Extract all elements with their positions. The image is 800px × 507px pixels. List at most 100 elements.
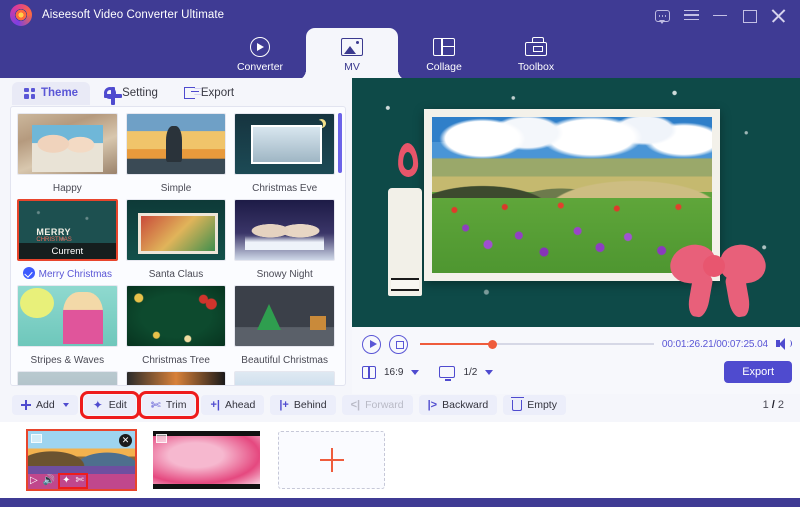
tab-collage[interactable]: Collage bbox=[398, 28, 490, 80]
theme-item-partial-3[interactable] bbox=[234, 371, 335, 385]
page-indicator: 1 / 2 bbox=[763, 399, 784, 411]
clip-remove-close-icon[interactable]: ✕ bbox=[119, 434, 132, 447]
move-behind-icon: |+ bbox=[279, 398, 289, 411]
candle-graphic bbox=[388, 188, 422, 296]
aspect-ratio-value[interactable]: 16:9 bbox=[384, 367, 403, 378]
video-preview[interactable] bbox=[352, 78, 800, 327]
window-controls bbox=[655, 8, 800, 24]
add-chevron-down-icon[interactable] bbox=[62, 403, 69, 407]
tab-export[interactable]: Export bbox=[172, 82, 246, 105]
clip-magic-wand-icon[interactable]: ✦ bbox=[62, 476, 70, 486]
theme-art-title: MERRY bbox=[36, 227, 72, 238]
empty-label: Empty bbox=[527, 399, 557, 411]
theme-item-snowy-night[interactable]: Snowy Night bbox=[234, 199, 335, 281]
page-separator: / bbox=[771, 399, 775, 411]
window-bottom-bar bbox=[0, 498, 800, 507]
forward-icon: <| bbox=[350, 398, 361, 411]
toolbox-icon bbox=[524, 36, 548, 58]
plus-icon bbox=[319, 448, 344, 472]
forward-label: Forward bbox=[365, 399, 404, 411]
ahead-button[interactable]: +| Ahead bbox=[201, 395, 265, 415]
theme-item-christmas-eve[interactable]: Christmas Eve bbox=[234, 113, 335, 195]
mv-icon bbox=[340, 36, 364, 58]
aspect-ratio-icon bbox=[362, 365, 376, 379]
magic-wand-icon: ✦ bbox=[92, 397, 103, 412]
theme-item-happy[interactable]: Happy bbox=[17, 113, 118, 195]
tab-mv[interactable]: MV bbox=[296, 28, 398, 80]
theme-item-stripes-waves[interactable]: Stripes & Waves bbox=[17, 285, 118, 367]
add-label: Add bbox=[36, 399, 55, 411]
theme-item-christmas-tree[interactable]: Christmas Tree bbox=[125, 285, 227, 367]
app-logo-icon bbox=[10, 4, 32, 26]
backward-icon: |> bbox=[427, 398, 438, 411]
theme-item-partial-1[interactable] bbox=[17, 371, 118, 385]
theme-thumbnail bbox=[234, 371, 335, 385]
tab-theme[interactable]: Theme bbox=[12, 82, 91, 105]
volume-icon[interactable] bbox=[776, 337, 792, 351]
add-button[interactable]: Add bbox=[12, 395, 78, 415]
tab-theme-label: Theme bbox=[41, 87, 79, 99]
trim-label: Trim bbox=[165, 399, 187, 411]
export-button[interactable]: Export bbox=[724, 361, 792, 383]
maximize-icon[interactable] bbox=[742, 8, 757, 23]
empty-button[interactable]: Empty bbox=[503, 395, 566, 415]
theme-label: Happy bbox=[52, 183, 82, 194]
collage-icon bbox=[432, 36, 456, 58]
progress-knob[interactable] bbox=[488, 339, 498, 349]
stop-icon[interactable] bbox=[389, 334, 408, 354]
theme-label: Merry Christmas bbox=[38, 269, 112, 280]
export-icon bbox=[183, 87, 199, 99]
current-theme-badge: Current bbox=[19, 243, 116, 259]
clip-volume-icon[interactable]: 🔊 bbox=[43, 476, 55, 486]
playback-time: 00:01:26.21/00:07:25.04 bbox=[661, 338, 768, 350]
behind-label: Behind bbox=[293, 399, 327, 411]
theme-item-santa-claus[interactable]: Santa Claus bbox=[125, 199, 227, 281]
theme-label: Snowy Night bbox=[256, 269, 313, 280]
tab-collage-label: Collage bbox=[426, 60, 462, 73]
tab-mv-label: MV bbox=[344, 60, 360, 73]
aspect-ratio-chevron-down-icon[interactable] bbox=[411, 369, 420, 375]
trim-button[interactable]: ✄ Trim bbox=[137, 391, 200, 419]
zoom-value[interactable]: 1/2 bbox=[463, 367, 477, 378]
theme-scrollbar[interactable] bbox=[338, 113, 342, 173]
menu-icon[interactable] bbox=[684, 8, 699, 23]
minimize-icon[interactable] bbox=[713, 8, 728, 23]
clip-scissors-icon[interactable]: ✄ bbox=[76, 476, 84, 486]
backward-button[interactable]: |> Backward bbox=[418, 395, 498, 415]
theme-item-partial-2[interactable] bbox=[125, 371, 227, 385]
add-clip-button[interactable] bbox=[278, 431, 385, 489]
main-body: Theme Setting Export Happy Simple Christ… bbox=[0, 78, 800, 498]
close-icon[interactable] bbox=[771, 8, 786, 23]
edit-button[interactable]: ✦ Edit bbox=[79, 391, 140, 419]
clip-thumbnail bbox=[153, 431, 260, 489]
tab-setting[interactable]: Setting bbox=[92, 82, 170, 105]
clip-item-2[interactable] bbox=[153, 431, 260, 489]
clip-highlighted-tools: ✦ ✄ bbox=[58, 473, 88, 489]
converter-icon bbox=[248, 36, 272, 58]
behind-button[interactable]: |+ Behind bbox=[270, 395, 336, 415]
theme-item-beautiful-christmas[interactable]: Beautiful Christmas bbox=[234, 285, 335, 367]
tab-toolbox[interactable]: Toolbox bbox=[490, 28, 582, 80]
zoom-chevron-down-icon[interactable] bbox=[485, 369, 494, 375]
theme-thumbnail bbox=[125, 199, 227, 261]
theme-item-simple[interactable]: Simple bbox=[125, 113, 227, 195]
theme-panel: Happy Simple Christmas Eve MERRY CHRISTM… bbox=[10, 106, 346, 386]
theme-thumbnail bbox=[234, 285, 335, 347]
monitor-icon bbox=[439, 366, 456, 381]
theme-grid: Happy Simple Christmas Eve MERRY CHRISTM… bbox=[11, 107, 345, 385]
clip-item-1[interactable]: ✕ ▷ 🔊 ✦ ✄ bbox=[26, 429, 137, 491]
progress-slider[interactable] bbox=[420, 337, 654, 351]
player-controls: 00:01:26.21/00:07:25.04 16:9 1/2 Export bbox=[352, 327, 800, 394]
feedback-icon[interactable] bbox=[655, 10, 670, 24]
tab-converter[interactable]: Converter bbox=[214, 28, 306, 80]
clip-type-icon bbox=[31, 434, 42, 443]
tab-setting-label: Setting bbox=[122, 87, 158, 99]
theme-thumbnail bbox=[125, 371, 227, 385]
theme-thumbnail bbox=[17, 285, 118, 347]
theme-label: Christmas Eve bbox=[252, 183, 318, 194]
play-icon[interactable] bbox=[362, 334, 381, 354]
forward-button[interactable]: <| Forward bbox=[341, 395, 413, 415]
theme-item-merry-christmas[interactable]: MERRY CHRISTMAS Current Merry Christmas bbox=[17, 199, 118, 281]
clip-play-icon[interactable]: ▷ bbox=[30, 476, 38, 486]
theme-thumbnail bbox=[234, 199, 335, 261]
